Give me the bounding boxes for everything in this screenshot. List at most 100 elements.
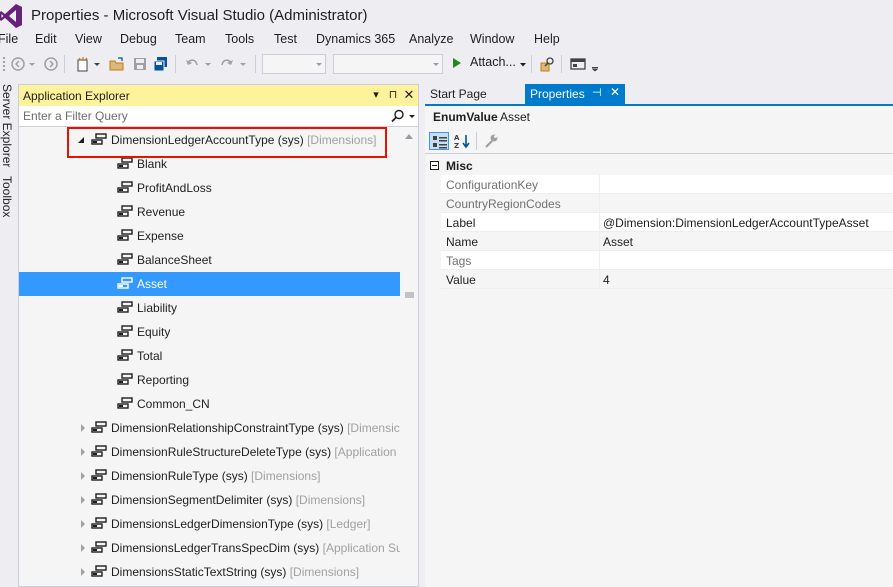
menu-help[interactable]: Help xyxy=(534,32,560,46)
tree-node[interactable]: Asset xyxy=(19,272,400,296)
menu-debug[interactable]: Debug xyxy=(120,32,157,46)
chevron-down-icon[interactable] xyxy=(519,62,527,68)
pin-icon[interactable]: ⊓ xyxy=(386,88,400,102)
menu-tools[interactable]: Tools xyxy=(225,32,254,46)
new-project-icon[interactable] xyxy=(75,56,91,72)
property-row[interactable]: Label @Dimension:DimensionLedgerAccountTy… xyxy=(441,213,893,232)
expand-arrow-icon[interactable] xyxy=(81,520,85,528)
search-icon[interactable] xyxy=(391,109,405,123)
tree-node[interactable]: DimensionsLedgerDimensionType (sys) [Led… xyxy=(19,512,400,536)
tree-node[interactable]: ProfitAndLoss xyxy=(19,176,400,200)
solution-platform-combo[interactable] xyxy=(333,54,443,74)
property-pages-button[interactable] xyxy=(481,132,501,150)
attach-button[interactable]: Attach... xyxy=(470,55,516,69)
pin-icon[interactable]: ⊣ xyxy=(592,86,602,99)
tree-node[interactable]: Liability xyxy=(19,296,400,320)
tree-node[interactable]: DimensionSegmentDelimiter (sys) [Dimensi… xyxy=(19,488,400,512)
window-layout-icon[interactable] xyxy=(570,56,586,72)
menu-analyze[interactable]: Analyze xyxy=(409,32,453,46)
property-row[interactable]: Name Asset xyxy=(441,232,893,251)
toolbar-overflow-icon[interactable] xyxy=(591,56,599,72)
vertical-scrollbar[interactable] xyxy=(400,128,418,586)
tree-node[interactable]: DimensionRuleStructureDeleteType (sys) [… xyxy=(19,440,400,464)
toolbox-tab[interactable]: Toolbox xyxy=(0,176,14,217)
tree-node[interactable]: DimensionsLedgerTransSpecDim (sys) [Appl… xyxy=(19,536,400,560)
category-misc[interactable]: Misc xyxy=(425,156,893,175)
tree-node[interactable]: BalanceSheet xyxy=(19,248,400,272)
column-divider[interactable] xyxy=(599,270,600,289)
menu-test[interactable]: Test xyxy=(274,32,297,46)
menu-dynamics-365[interactable]: Dynamics 365 xyxy=(316,32,395,46)
filter-query-input[interactable] xyxy=(23,108,383,124)
chevron-down-icon[interactable] xyxy=(93,56,101,72)
expand-arrow-icon[interactable] xyxy=(81,448,85,456)
column-divider[interactable] xyxy=(599,213,600,232)
property-value[interactable]: Asset xyxy=(603,235,633,249)
tab-properties[interactable]: Properties ⊣ ✕ xyxy=(525,84,625,104)
tree-node[interactable]: Common_CN xyxy=(19,392,400,416)
tree-node[interactable]: DimensionsStaticTextString (sys) [Dimens… xyxy=(19,560,400,584)
expand-arrow-icon[interactable] xyxy=(81,472,85,480)
start-debugging-play-icon[interactable] xyxy=(453,58,461,68)
column-divider[interactable] xyxy=(599,175,600,194)
toolbar-grip[interactable] xyxy=(2,56,6,72)
enum-icon xyxy=(91,493,107,505)
expand-arrow-icon[interactable] xyxy=(81,424,85,432)
navigate-back-icon[interactable] xyxy=(10,56,26,72)
node-model: [Application Su xyxy=(319,541,400,555)
save-icon[interactable] xyxy=(132,56,148,72)
application-explorer-panel: Application Explorer ▾ ⊓ ✕ DimensionLedg… xyxy=(18,84,419,587)
column-divider[interactable] xyxy=(599,194,600,213)
redo-icon[interactable] xyxy=(219,56,235,72)
property-row[interactable]: CountryRegionCodes xyxy=(441,194,893,213)
tree-node[interactable]: DimensionRelationshipConstraintType (sys… xyxy=(19,416,400,440)
close-icon[interactable]: ✕ xyxy=(402,88,416,102)
undo-icon[interactable] xyxy=(184,56,200,72)
expand-arrow-icon[interactable] xyxy=(81,568,85,576)
open-file-icon[interactable] xyxy=(109,56,125,72)
menu-window[interactable]: Window xyxy=(470,32,514,46)
tree-node[interactable]: Reporting xyxy=(19,368,400,392)
property-row[interactable]: ConfigurationKey xyxy=(441,175,893,194)
properties-object-selector[interactable]: EnumValue Asset xyxy=(425,106,893,128)
enum-value-icon xyxy=(117,157,133,169)
server-explorer-tab[interactable]: Server Explorer xyxy=(0,84,14,167)
scroll-thumb[interactable] xyxy=(405,292,414,298)
menu-team[interactable]: Team xyxy=(175,32,206,46)
tree-node[interactable]: Total xyxy=(19,344,400,368)
close-icon[interactable]: ✕ xyxy=(610,85,620,99)
categorized-button[interactable] xyxy=(429,132,449,150)
enum-value-icon xyxy=(117,181,133,193)
chevron-down-icon[interactable] xyxy=(204,56,212,72)
tab-start-page[interactable]: Start Page xyxy=(425,84,520,104)
chevron-down-icon[interactable] xyxy=(28,56,36,72)
property-value[interactable]: @Dimension:DimensionLedgerAccountTypeAss… xyxy=(603,216,869,230)
property-row[interactable]: Value 4 xyxy=(441,270,893,289)
chevron-down-icon[interactable] xyxy=(239,56,247,72)
property-name: Label xyxy=(446,216,476,230)
solution-configuration-combo[interactable] xyxy=(262,54,326,74)
left-auto-hide-strip: Server Explorer Toolbox xyxy=(0,78,14,587)
tree-node[interactable]: Equity xyxy=(19,320,400,344)
expand-arrow-icon[interactable] xyxy=(81,544,85,552)
menu-edit[interactable]: Edit xyxy=(35,32,57,46)
tree-node[interactable]: DimensionRuleType (sys) [Dimensions] xyxy=(19,464,400,488)
alphabetical-button[interactable]: A Z xyxy=(452,132,472,150)
collapse-toggle-icon[interactable] xyxy=(430,161,439,170)
column-divider[interactable] xyxy=(599,232,600,251)
save-all-icon[interactable] xyxy=(153,56,169,72)
navigate-forward-icon[interactable] xyxy=(43,56,59,72)
expand-arrow-icon[interactable] xyxy=(81,496,85,504)
menu-file[interactable]: File xyxy=(0,32,18,46)
find-in-files-icon[interactable] xyxy=(539,56,555,72)
column-divider[interactable] xyxy=(599,251,600,270)
property-row[interactable]: Tags xyxy=(441,251,893,270)
scroll-up-arrow-icon[interactable] xyxy=(405,134,413,139)
menu-view[interactable]: View xyxy=(75,32,102,46)
tree-node[interactable]: Revenue xyxy=(19,200,400,224)
tree-node-label: DimensionsLedgerDimensionType (sys) [Led… xyxy=(111,517,370,531)
chevron-down-icon[interactable] xyxy=(409,115,415,118)
tree-node[interactable]: Expense xyxy=(19,224,400,248)
property-value[interactable]: 4 xyxy=(603,273,610,287)
window-position-dropdown-icon[interactable]: ▾ xyxy=(369,88,383,102)
